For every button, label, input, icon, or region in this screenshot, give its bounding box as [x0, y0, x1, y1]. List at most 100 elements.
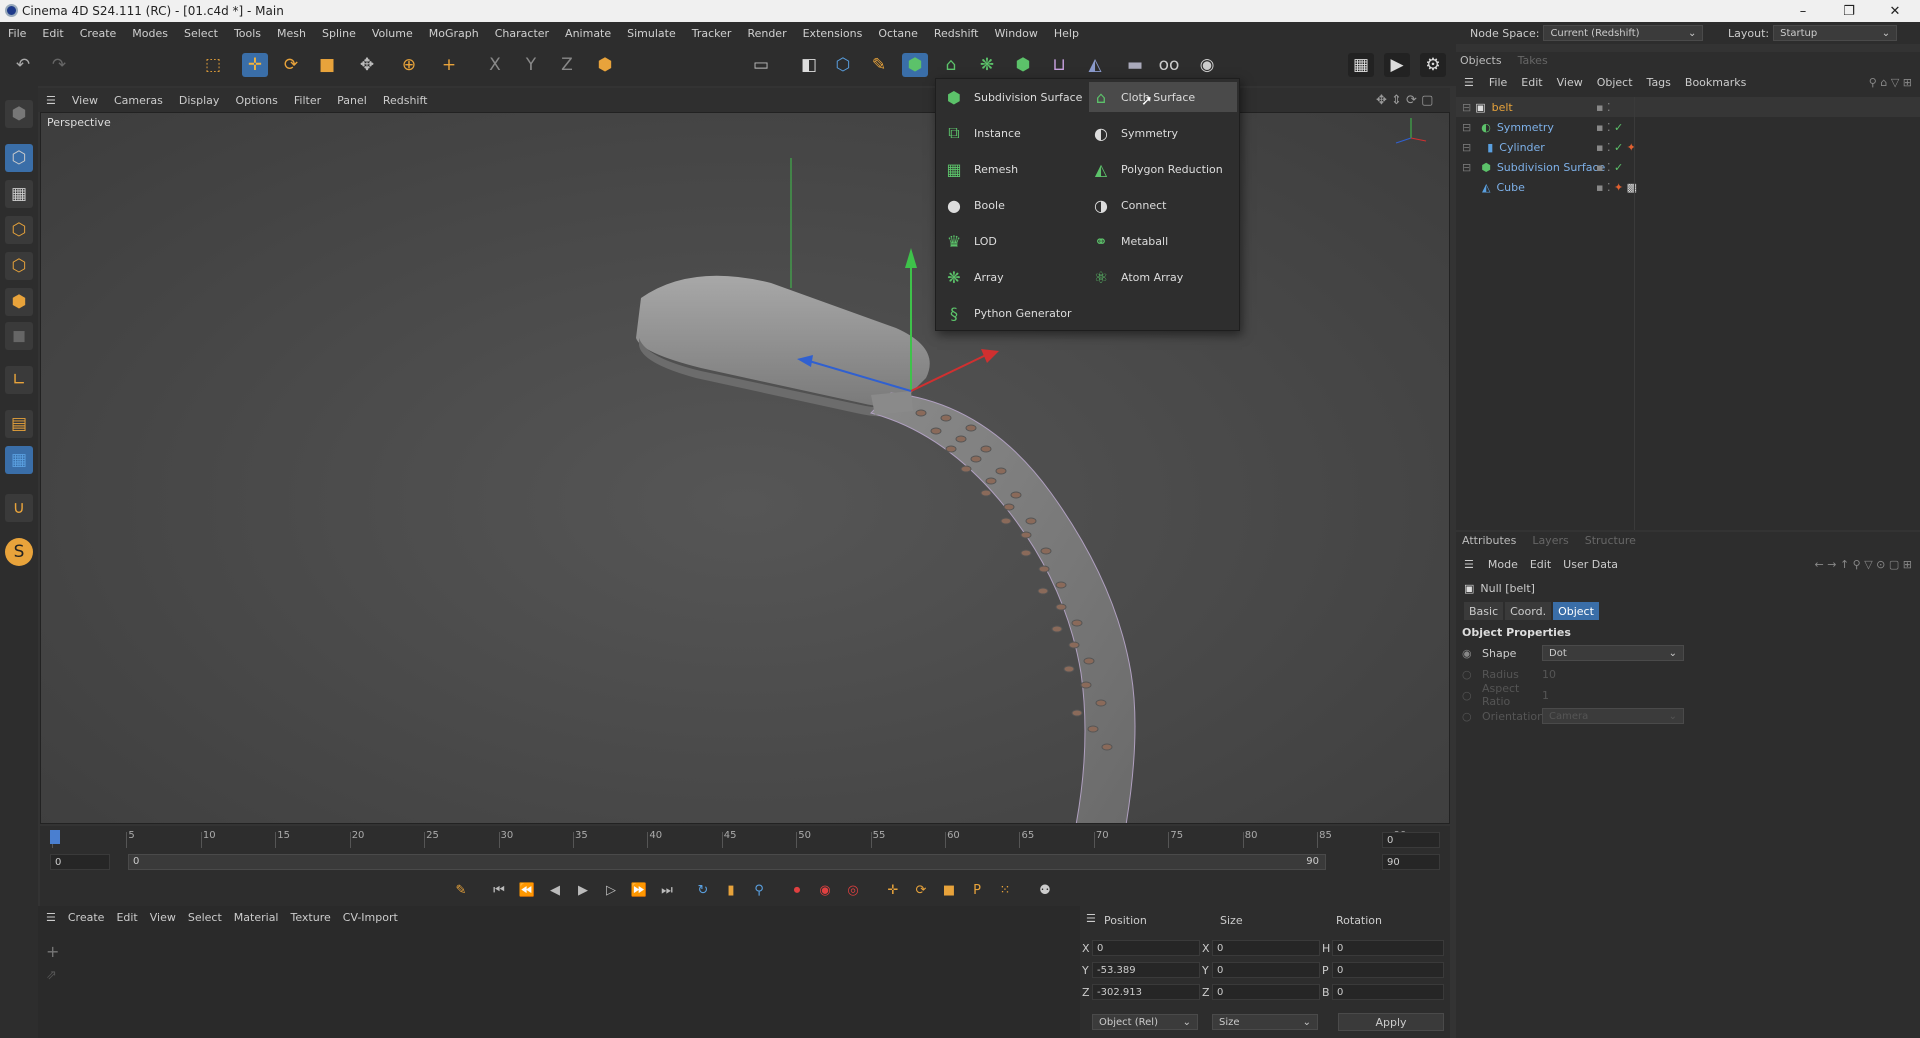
start-frame-field[interactable]: 0	[50, 854, 110, 870]
points-mode-icon[interactable]: ⬡	[5, 216, 33, 244]
menu-item-symmetry[interactable]: ◐ Symmetry	[1089, 118, 1237, 148]
menu-item-lod[interactable]: ♛ LOD	[942, 226, 1085, 256]
range-slider[interactable]: 0 90	[128, 854, 1326, 870]
tab-structure[interactable]: Structure	[1577, 534, 1644, 547]
script-s-icon[interactable]: S	[5, 538, 33, 566]
hamburger-icon[interactable]: ☰	[1456, 558, 1482, 571]
light-icon[interactable]: oo	[1156, 53, 1182, 77]
tab-objects[interactable]: Objects	[1460, 54, 1510, 67]
size-mode-select[interactable]: Size ⌄	[1212, 1014, 1318, 1030]
material-menu-select[interactable]: Select	[182, 911, 228, 924]
workplane-icon[interactable]: ▤	[5, 410, 33, 438]
menu-octane[interactable]: Octane	[870, 27, 926, 40]
material-menu-edit[interactable]: Edit	[110, 911, 143, 924]
visibility-toggle-icon[interactable]: ▪ ⁚ ✦ ▩	[1596, 181, 1637, 194]
node-space-select[interactable]: Current (Redshift) ⌄	[1543, 25, 1704, 41]
previous-key-icon[interactable]: ⏪	[516, 879, 538, 901]
timeline[interactable]: 0 5 10 15 20 25 30 35 40 45 50 55 60 65 70 75 80 85 90 0 0…	[40, 826, 1450, 876]
position-y-field[interactable]: -53.389	[1092, 962, 1200, 978]
menu-item-remesh[interactable]: ▦ Remesh	[942, 154, 1085, 184]
hamburger-icon[interactable]: ☰	[38, 911, 62, 924]
attributes-menu-edit[interactable]: Edit	[1524, 558, 1557, 571]
menu-item-connect[interactable]: ◑ Connect	[1089, 190, 1237, 220]
menu-tools[interactable]: Tools	[226, 27, 269, 40]
apply-button[interactable]: Apply	[1338, 1013, 1444, 1031]
deformer-icon[interactable]: ⌂	[938, 53, 964, 77]
rotation-b-field[interactable]: 0	[1332, 984, 1444, 1000]
menu-item-instance[interactable]: ⧉ Instance	[942, 118, 1085, 148]
scale-tool-icon[interactable]: ■	[314, 53, 340, 77]
menu-create[interactable]: Create	[72, 27, 125, 40]
viewport-menu-view[interactable]: View	[64, 94, 106, 107]
menu-item-subdivision-surface[interactable]: ⬢ Subdivision Surface	[942, 82, 1085, 112]
keyframe-selection-icon[interactable]: ◎	[842, 879, 864, 901]
field-icon[interactable]: ⊔	[1046, 53, 1072, 77]
texture-mode-icon[interactable]: ▦	[5, 180, 33, 208]
tree-item-belt[interactable]: ⊟ ▣ belt ▪ ⁚	[1456, 97, 1920, 117]
size-x-field[interactable]: 0	[1212, 940, 1320, 956]
material-pick-icon[interactable]: ⇗	[46, 968, 57, 983]
tab-takes[interactable]: Takes	[1510, 54, 1556, 67]
material-menu-texture[interactable]: Texture	[284, 911, 336, 924]
pen-spline-icon[interactable]: ✎	[866, 53, 892, 77]
objects-menu-view[interactable]: View	[1550, 76, 1590, 89]
tree-item-symmetry[interactable]: ⊟ ◐ Symmetry ▪ ⁚ ✓	[1456, 117, 1920, 137]
minimize-icon[interactable]: –	[1780, 0, 1826, 22]
menu-character[interactable]: Character	[487, 27, 557, 40]
layout-select[interactable]: Startup ⌄	[1773, 25, 1898, 41]
shape-select[interactable]: Dot ⌄	[1542, 645, 1684, 661]
viewport-menu-redshift[interactable]: Redshift	[375, 94, 436, 107]
objects-menu-edit[interactable]: Edit	[1514, 76, 1549, 89]
render-view-icon[interactable]: ▭	[748, 53, 774, 77]
key-position-icon[interactable]: ✛	[882, 879, 904, 901]
menu-select[interactable]: Select	[176, 27, 226, 40]
previous-frame-icon[interactable]: ◀	[544, 879, 566, 901]
key-pla-icon[interactable]: ⁙	[994, 879, 1016, 901]
menu-modes[interactable]: Modes	[124, 27, 176, 40]
menu-item-cloth-surface[interactable]: ⌂ Cloth Surface	[1089, 82, 1237, 112]
tab-layers[interactable]: Layers	[1524, 534, 1576, 547]
polygons-mode-icon[interactable]: ⬢	[5, 288, 33, 316]
key-parameter-icon[interactable]: P	[966, 879, 988, 901]
timeline-ruler[interactable]: 051015202530354045505560657075808590	[52, 830, 1412, 850]
viewport-menu-display[interactable]: Display	[171, 94, 228, 107]
motion-tracker-icon[interactable]: ✎	[450, 879, 472, 901]
sky-icon[interactable]: ◉	[1194, 53, 1220, 77]
axis-mode-icon[interactable]: ∟	[5, 366, 33, 394]
position-z-field[interactable]: -302.913	[1092, 984, 1200, 1000]
objects-search-filter-icons[interactable]: ⚲ ⌂ ▽ ⊞	[1869, 76, 1912, 89]
rotate-tool-icon[interactable]: ⟳	[278, 53, 304, 77]
world-axis-icon[interactable]: +	[436, 53, 462, 77]
render-settings-icon[interactable]: ⚙	[1420, 53, 1446, 77]
hamburger-icon[interactable]: ☰	[38, 94, 64, 107]
tab-attributes[interactable]: Attributes	[1462, 534, 1524, 547]
next-key-icon[interactable]: ⏩	[628, 879, 650, 901]
material-menu-cv-import[interactable]: CV-Import	[337, 911, 404, 924]
viewport-nav-icons[interactable]: ✥ ⇕ ⟳ ▢	[1376, 93, 1433, 108]
hamburger-icon[interactable]: ☰	[1086, 912, 1096, 925]
key-scale-icon[interactable]: ■	[938, 879, 960, 901]
visibility-toggle-icon[interactable]: ▪ ⁚ ✓ ✦	[1596, 141, 1636, 154]
end-frame-field[interactable]: 90	[1382, 854, 1440, 870]
menu-spline[interactable]: Spline	[314, 27, 364, 40]
tree-item-subdivision-surface[interactable]: ⊟ ⬢ Subdivision Surface ▪ ⁚ ✓	[1456, 157, 1920, 177]
autokeying-icon[interactable]: ◉	[814, 879, 836, 901]
go-to-end-icon[interactable]: ⏭	[656, 879, 678, 901]
mograph-icon[interactable]: ❋	[974, 53, 1000, 77]
x-axis-lock-icon[interactable]: X	[482, 53, 508, 77]
size-z-field[interactable]: 0	[1212, 984, 1320, 1000]
visibility-toggle-icon[interactable]: ▪ ⁚	[1596, 101, 1610, 114]
objects-menu-bookmarks[interactable]: Bookmarks	[1678, 76, 1753, 89]
scene-icon[interactable]: ◭	[1082, 53, 1108, 77]
menu-item-atom-array[interactable]: ⚛ Atom Array	[1089, 262, 1237, 292]
scheme-icon[interactable]: ⚉	[1034, 879, 1056, 901]
maximize-icon[interactable]: ❐	[1826, 0, 1872, 22]
menu-edit[interactable]: Edit	[34, 27, 71, 40]
selection-tool-icon[interactable]: ⬚	[200, 53, 226, 77]
go-to-start-icon[interactable]: ⏮	[488, 879, 510, 901]
current-frame-field[interactable]: 0	[1382, 832, 1440, 848]
coord-mode-select[interactable]: Object (Rel) ⌄	[1092, 1014, 1198, 1030]
tree-item-cylinder[interactable]: ⊟ ▮ Cylinder ▪ ⁚ ✓ ✦	[1456, 137, 1920, 157]
snapping-icon[interactable]: ▦	[5, 446, 33, 474]
add-material-icon[interactable]: +	[46, 942, 59, 961]
